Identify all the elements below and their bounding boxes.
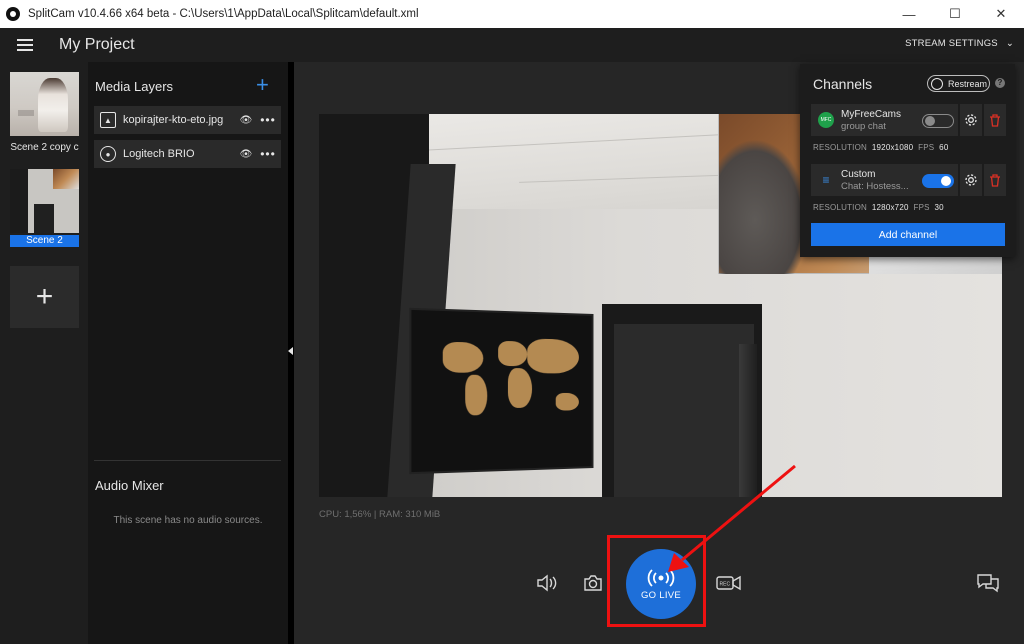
delete-trash-icon[interactable] <box>984 104 1006 136</box>
window-title: SplitCam v10.4.66 x64 beta - C:\Users\1\… <box>28 8 419 20</box>
collapse-arrow-icon[interactable] <box>288 347 293 355</box>
cpu-ram-status: CPU: 1,56% | RAM: 310 MiB <box>319 509 441 520</box>
media-layers-panel: Media Layers + ▲ kopirajter-kto-eto.jpg … <box>88 62 288 644</box>
channels-title: Channels <box>813 76 873 92</box>
channel-name: Custom <box>841 169 876 180</box>
speaker-icon[interactable] <box>535 572 559 594</box>
channel-subtitle: group chat <box>841 121 886 132</box>
channel-subtitle: Chat: Hostess... <box>841 181 909 192</box>
add-channel-button[interactable]: Add channel <box>811 223 1005 246</box>
scene-label: Scene 2 copy c <box>10 142 79 153</box>
more-options-icon[interactable]: ••• <box>259 113 277 127</box>
record-icon[interactable]: REC <box>716 573 742 593</box>
gear-icon[interactable] <box>960 104 982 136</box>
scene-thumbnail <box>10 169 79 233</box>
scene-item[interactable]: Scene 2 copy c <box>10 72 79 154</box>
webcam-icon: ● <box>100 146 116 162</box>
splitcam-logo-icon <box>6 7 20 21</box>
channel-name: MyFreeCams <box>841 109 902 120</box>
close-button[interactable]: ✕ <box>978 0 1024 28</box>
more-options-icon[interactable]: ••• <box>259 147 277 161</box>
add-scene-button[interactable]: + <box>10 266 79 328</box>
app-header: My Project STREAM SETTINGS ⌄ <box>0 28 1024 62</box>
channel-meta: RESOLUTION 1920x1080 FPS 60 <box>813 143 949 152</box>
channel-meta: RESOLUTION 1280x720 FPS 30 <box>813 203 944 212</box>
restream-label: Restream <box>948 78 988 89</box>
layer-item[interactable]: ▲ kopirajter-kto-eto.jpg 👁 ••• <box>94 106 281 134</box>
channel-row[interactable]: MFC MyFreeCams group chat <box>811 104 958 136</box>
media-layers-title: Media Layers <box>95 79 174 94</box>
image-icon: ▲ <box>100 112 116 128</box>
channel-toggle[interactable] <box>922 174 954 188</box>
audio-mixer-title: Audio Mixer <box>95 478 164 493</box>
visibility-eye-icon[interactable]: 👁 <box>239 115 253 126</box>
annotation-highlight-box <box>607 535 706 627</box>
scene-label: Scene 2 <box>10 235 79 247</box>
audio-empty-message: This scene has no audio sources. <box>113 515 263 526</box>
layer-name: Logitech BRIO <box>123 148 195 160</box>
channel-toggle[interactable] <box>922 114 954 128</box>
chat-icon[interactable] <box>976 572 1000 594</box>
svg-text:REC: REC <box>720 582 731 588</box>
maximize-button[interactable]: ☐ <box>932 0 978 28</box>
gear-icon[interactable] <box>960 164 982 196</box>
channels-popup: Channels Restream ? MFC MyFreeCams group… <box>800 64 1015 257</box>
window-titlebar: SplitCam v10.4.66 x64 beta - C:\Users\1\… <box>0 0 1024 28</box>
layer-name: kopirajter-kto-eto.jpg <box>123 114 224 126</box>
help-icon[interactable]: ? <box>995 78 1005 88</box>
stream-settings-label: STREAM SETTINGS <box>905 38 998 49</box>
snapshot-camera-icon[interactable] <box>582 572 604 594</box>
minimize-button[interactable]: — <box>886 0 932 28</box>
panel-divider[interactable] <box>94 460 281 461</box>
delete-trash-icon[interactable] <box>984 164 1006 196</box>
preview-door-edge <box>739 344 757 497</box>
chevron-down-icon: ⌄ <box>1005 38 1014 49</box>
scene-thumbnail <box>10 72 79 136</box>
scene-item-active[interactable]: Scene 2 <box>10 169 79 247</box>
myfreecams-icon: MFC <box>818 112 834 128</box>
menu-icon[interactable] <box>17 39 33 51</box>
add-layer-button[interactable]: + <box>256 72 269 98</box>
visibility-eye-icon[interactable]: 👁 <box>239 149 253 160</box>
preview-door <box>614 324 754 497</box>
stream-settings-button[interactable]: STREAM SETTINGS ⌄ <box>905 38 1014 49</box>
preview-world-map <box>409 307 594 475</box>
custom-settings-icon: ≡ <box>822 173 830 187</box>
project-title: My Project <box>59 36 135 53</box>
channel-row[interactable]: ≡ Custom Chat: Hostess... <box>811 164 958 196</box>
scenes-panel: Scene 2 copy c Scene 2 + <box>0 62 88 644</box>
restream-icon <box>931 77 943 90</box>
restream-button[interactable]: Restream <box>927 75 990 92</box>
layer-item[interactable]: ● Logitech BRIO 👁 ••• <box>94 140 281 168</box>
